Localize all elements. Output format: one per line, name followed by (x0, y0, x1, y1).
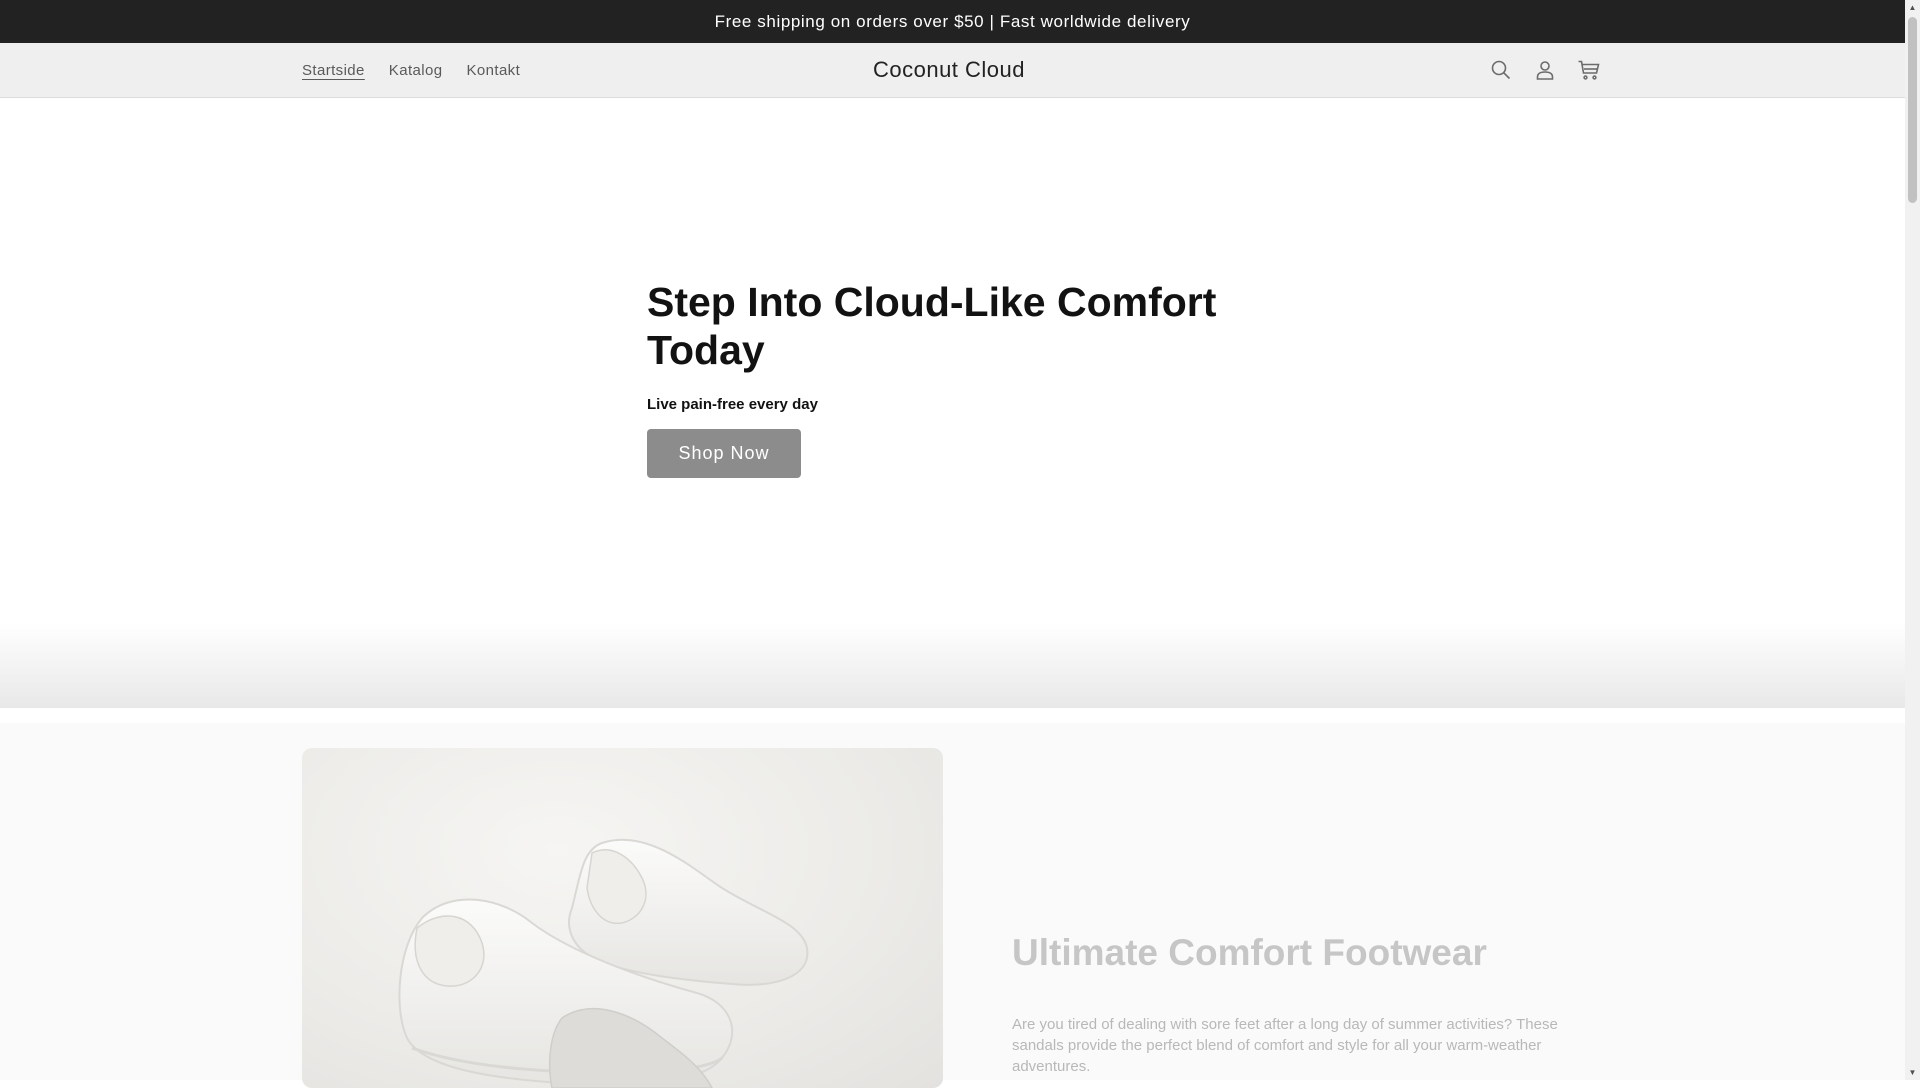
hero-title: Step Into Cloud-Like Comfort Today (647, 279, 1217, 373)
main-nav: Startside Katalog Kontakt (302, 43, 520, 97)
cart-icon[interactable] (1576, 57, 1602, 83)
nav-link-katalog[interactable]: Katalog (389, 62, 443, 79)
shop-now-button[interactable]: Shop Now (647, 429, 801, 478)
scrollbar-thumb[interactable] (1908, 17, 1917, 203)
scroll-up-arrow-icon[interactable]: ▲ (1905, 0, 1920, 15)
logo-container: Coconut Cloud (0, 43, 1898, 97)
feature-section: Ultimate Comfort Footwear Are you tired … (0, 723, 1905, 1088)
header-icons (1488, 43, 1602, 97)
site-header: Startside Katalog Kontakt Coconut Cloud (0, 43, 1905, 98)
announcement-bar: Free shipping on orders over $50 | Fast … (0, 0, 1905, 43)
hero-section: Step Into Cloud-Like Comfort Today Live … (0, 98, 1905, 708)
scroll-down-arrow-icon[interactable]: ▼ (1905, 1065, 1920, 1080)
feature-text-block: Ultimate Comfort Footwear Are you tired … (1012, 932, 1572, 1077)
search-icon[interactable] (1488, 57, 1514, 83)
hero-content: Step Into Cloud-Like Comfort Today Live … (647, 278, 1247, 478)
nav-link-startside[interactable]: Startside (302, 62, 365, 79)
announcement-text: Free shipping on orders over $50 | Fast … (714, 11, 1191, 31)
feature-title: Ultimate Comfort Footwear (1012, 932, 1487, 973)
page-scrollbar[interactable]: ▲ ▼ (1905, 0, 1920, 1080)
hero-subtitle: Live pain-free every day (647, 396, 818, 413)
site-logo[interactable]: Coconut Cloud (873, 57, 1025, 83)
account-icon[interactable] (1532, 57, 1558, 83)
nav-link-kontakt[interactable]: Kontakt (466, 62, 520, 79)
sandal-illustration (398, 838, 809, 1088)
feature-description: Are you tired of dealing with sore feet … (1012, 1016, 1558, 1075)
product-image (302, 748, 943, 1088)
